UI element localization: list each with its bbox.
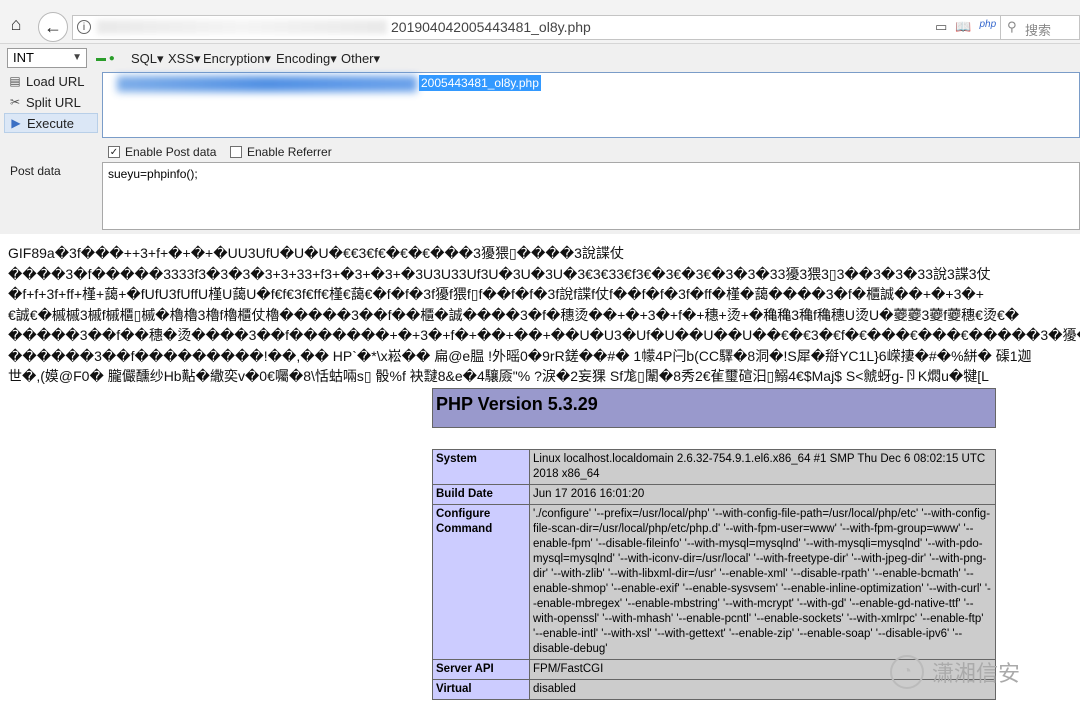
search-placeholder: 搜索 bbox=[1025, 23, 1052, 38]
row-key: System bbox=[432, 449, 530, 485]
split-url-icon: ✂ bbox=[9, 95, 21, 109]
play-icon: ▶ bbox=[11, 116, 21, 130]
enable-post-label: Enable Post data bbox=[125, 145, 217, 159]
garbled-line: ������3��f���������!��,�� HP`�*\x崧�� 扁@e… bbox=[8, 347, 1032, 364]
url-textarea[interactable]: 2005443481_ol8y.php bbox=[102, 72, 1080, 138]
menu-encryption[interactable]: Encryption▾ bbox=[203, 51, 271, 67]
row-key: Build Date bbox=[432, 484, 530, 505]
chevron-down-icon: ▼ bbox=[72, 52, 82, 63]
url-selected-text: 2005443481_ol8y.php bbox=[419, 75, 541, 91]
php-version-title: PHP Version 5.3.29 bbox=[432, 388, 996, 428]
garbled-line: ����3�f�����3333f3�3�3�3+3+33+f3+�3+�3+�… bbox=[8, 265, 991, 282]
enable-referrer-checkbox[interactable] bbox=[230, 146, 242, 158]
back-button[interactable]: ← bbox=[38, 12, 68, 42]
search-input[interactable]: ⚲ 搜索 bbox=[1000, 15, 1080, 40]
split-url-label: Split URL bbox=[26, 94, 81, 110]
address-bar[interactable]: i 201904042005443481_ol8y.php ▭ 📖 php ↻ … bbox=[72, 15, 1033, 40]
int-select-value: INT bbox=[13, 50, 34, 65]
search-icon: ⚲ bbox=[1007, 19, 1017, 34]
post-data-textarea[interactable]: sueyu=phpinfo(); bbox=[102, 162, 1080, 230]
enable-post-toggle[interactable]: ✓ Enable Post data bbox=[108, 145, 216, 159]
wechat-icon: ◔ bbox=[890, 655, 924, 689]
table-row: Configure Command './configure' '--prefi… bbox=[432, 504, 996, 660]
garbled-line: 世�,(嫫@F0� 朧儼醺纱Hb黇�繖奕v�0€囑�8\恬蛄啢s▯ 骰%f 袂靆… bbox=[8, 368, 989, 384]
row-key: Virtual bbox=[432, 679, 530, 700]
book-icon[interactable]: 📖 bbox=[955, 19, 971, 35]
load-url-button[interactable]: ▤ Load URL bbox=[4, 71, 98, 91]
garbled-line: GIF89a�3f���++3+f+�+�+�UU3UfU�U�U�€€3€f€… bbox=[8, 245, 624, 261]
load-url-icon: ▤ bbox=[9, 74, 21, 88]
hackbar-panel: INT ▼ ▬ ● SQL▾ XSS▾ Encryption▾ Encoding… bbox=[0, 44, 1080, 234]
post-data-label: Post data bbox=[10, 164, 61, 178]
table-row: System Linux localhost.localdomain 2.6.3… bbox=[432, 449, 996, 485]
enable-referrer-label: Enable Referrer bbox=[247, 145, 332, 159]
menu-encoding[interactable]: Encoding▾ bbox=[276, 51, 337, 67]
redacted-url-part bbox=[97, 20, 387, 34]
browser-toolbar: ⌂ ← i 201904042005443481_ol8y.php ▭ 📖 ph… bbox=[0, 0, 1080, 44]
menu-other[interactable]: Other▾ bbox=[341, 51, 380, 67]
menu-xss[interactable]: XSS▾ bbox=[168, 51, 201, 67]
garbled-line: €誠€�槭槭3槭f槭櫃▯槭�櫓櫓3櫓f櫓櫃仗櫓�����3��f��櫃�誠���… bbox=[8, 306, 1020, 323]
execute-label: Execute bbox=[27, 115, 74, 131]
garbled-line: �f+f+3f+ff+槿+藹+�fUfU3fUffU槿U藹U�f€f€3f€ff… bbox=[8, 286, 984, 302]
int-select[interactable]: INT ▼ bbox=[7, 48, 87, 68]
garbled-output: GIF89a�3f���++3+f+�+�+�UU3UfU�U�U�€€3€f€… bbox=[8, 243, 1080, 387]
row-key: Server API bbox=[432, 659, 530, 680]
info-icon[interactable]: i bbox=[77, 20, 91, 34]
row-value: Linux localhost.localdomain 2.6.32-754.9… bbox=[529, 449, 996, 485]
enable-referrer-toggle[interactable]: Enable Referrer bbox=[230, 145, 332, 159]
garbled-line: �����3��f��穗�烫����3��f�������+�+3�+f�+��… bbox=[8, 327, 1080, 343]
load-url-label: Load URL bbox=[26, 73, 85, 89]
table-row: Build Date Jun 17 2016 16:01:20 bbox=[432, 484, 996, 505]
row-value: Jun 17 2016 16:01:20 bbox=[529, 484, 996, 505]
split-url-button[interactable]: ✂ Split URL bbox=[4, 92, 98, 112]
watermark-text: 潇湘信安 bbox=[932, 661, 1021, 686]
reader-icon[interactable]: ▭ bbox=[935, 19, 947, 35]
row-value: './configure' '--prefix=/usr/local/php' … bbox=[529, 504, 996, 660]
php-icon[interactable]: php bbox=[979, 19, 996, 35]
home-icon[interactable]: ⌂ bbox=[5, 13, 27, 35]
enable-post-checkbox[interactable]: ✓ bbox=[108, 146, 120, 158]
redacted-url-selection bbox=[117, 76, 417, 92]
toggle-dots-icon[interactable]: ▬ ● bbox=[96, 53, 115, 64]
row-key: Configure Command bbox=[432, 504, 530, 660]
watermark: ◔ 潇湘信安 bbox=[890, 655, 1020, 689]
url-text: 201904042005443481_ol8y.php bbox=[391, 19, 591, 35]
menu-sql[interactable]: SQL▾ bbox=[131, 51, 164, 67]
execute-button[interactable]: ▶ Execute bbox=[4, 113, 98, 133]
